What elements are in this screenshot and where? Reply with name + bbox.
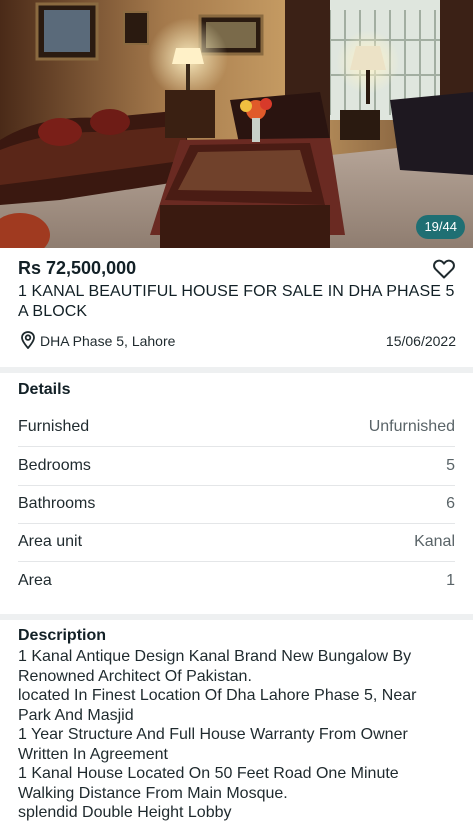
details-row-bathrooms: Bathrooms 6 bbox=[18, 485, 455, 524]
details-row-area: Area 1 bbox=[18, 562, 455, 600]
details-label: Bathrooms bbox=[18, 495, 96, 512]
favorite-button[interactable] bbox=[433, 259, 455, 279]
description-line: Park And Masjid bbox=[18, 706, 134, 724]
photo-counter-badge: 19/44 bbox=[416, 215, 465, 239]
details-label: Area unit bbox=[18, 533, 83, 550]
listing-title: 1 KANAL BEAUTIFUL HOUSE FOR SALE IN DHA … bbox=[18, 283, 455, 320]
location-row: DHA Phase 5, Lahore 15/06/2022 bbox=[20, 331, 456, 351]
description-line: 1 Kanal House Located On 50 Feet Road On… bbox=[18, 765, 399, 782]
description-heading: Description bbox=[18, 627, 107, 644]
description-line: Renowned Architect Of Pakistan. bbox=[18, 667, 252, 685]
details-row-bedrooms: Bedrooms 5 bbox=[18, 447, 455, 486]
details-label: Bedrooms bbox=[18, 457, 91, 474]
description-line: Walking Distance From Main Mosque. bbox=[18, 784, 288, 802]
listing-photo[interactable]: 19/44 bbox=[0, 0, 473, 248]
details-value: 1 bbox=[446, 572, 455, 589]
details-value: Kanal bbox=[414, 533, 455, 550]
location-pin-icon bbox=[21, 331, 35, 349]
description-line: splendid Double Height Lobby bbox=[18, 804, 232, 821]
details-heading: Details bbox=[18, 381, 71, 398]
listing-price: Rs 72,500,000 bbox=[18, 258, 137, 278]
details-label: Area bbox=[18, 572, 52, 589]
details-row-furnished: Furnished Unfurnished bbox=[18, 408, 455, 447]
details-value: 5 bbox=[446, 457, 455, 474]
section-divider bbox=[0, 614, 473, 620]
heart-outline-icon bbox=[433, 259, 455, 279]
section-divider bbox=[0, 367, 473, 373]
description-line: 1 Kanal Antique Design Kanal Brand New B… bbox=[18, 648, 412, 665]
living-room-image bbox=[0, 0, 473, 248]
description-body: 1 Kanal Antique Design Kanal Brand New B… bbox=[18, 647, 463, 823]
location-text: DHA Phase 5, Lahore bbox=[40, 333, 176, 349]
details-value: 6 bbox=[446, 495, 455, 512]
description-line: Written In Agreement bbox=[18, 745, 168, 763]
details-row-area-unit: Area unit Kanal bbox=[18, 523, 455, 562]
description-line: located In Finest Location Of Dha Lahore… bbox=[18, 687, 417, 704]
description-line: 1 Year Structure And Full House Warranty… bbox=[18, 726, 408, 743]
details-value: Unfurnished bbox=[368, 418, 455, 435]
details-label: Furnished bbox=[18, 418, 90, 435]
listing-date: 15/06/2022 bbox=[385, 333, 456, 349]
